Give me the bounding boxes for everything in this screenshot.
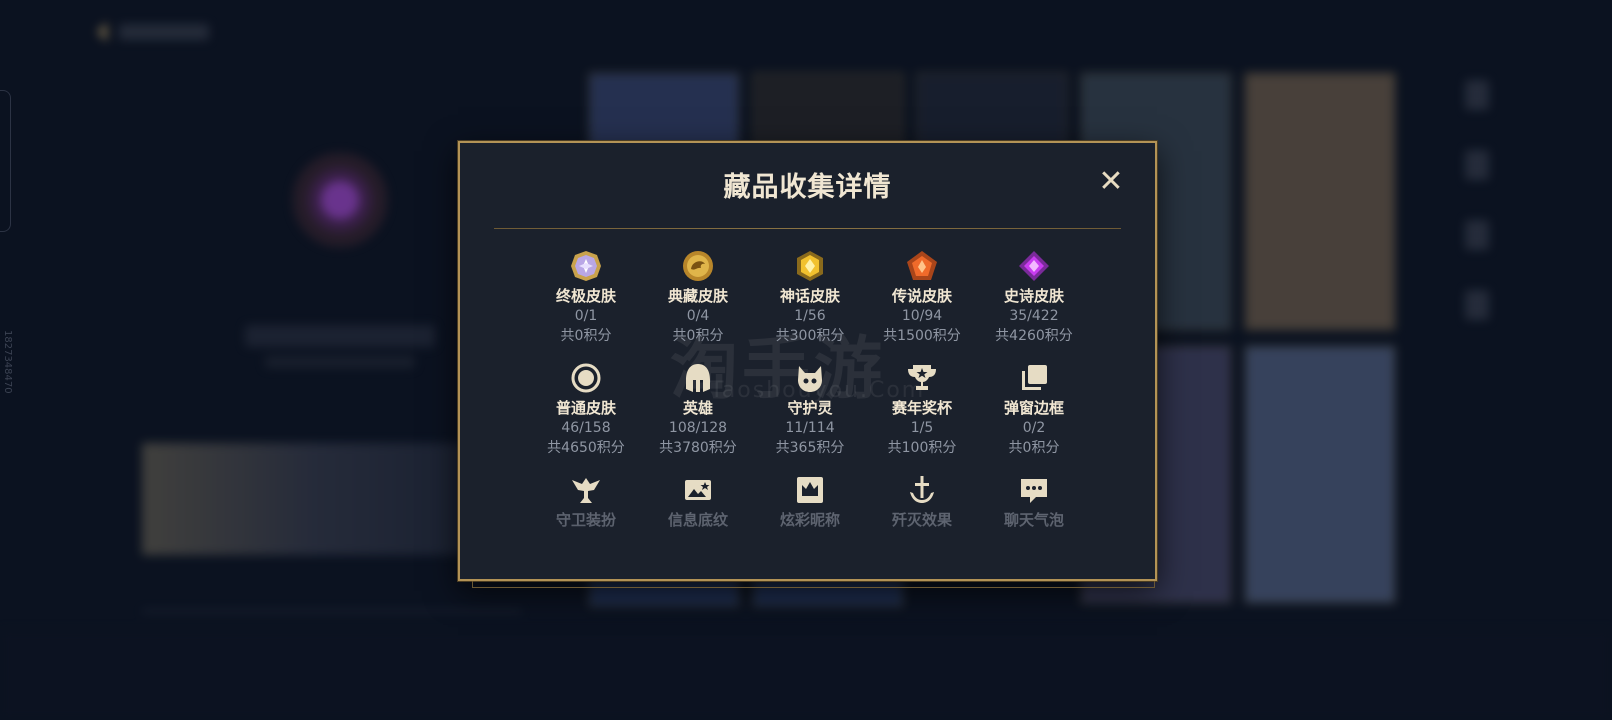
category-item-mythic[interactable]: 神话皮肤 1/56 共300积分: [754, 249, 866, 361]
category-points: 共0积分: [672, 328, 724, 344]
category-label: 传说皮肤: [891, 287, 952, 305]
back-arrow-icon: [97, 22, 107, 42]
category-item-ultimate[interactable]: 终极皮肤 0/1 共0积分: [530, 249, 642, 361]
category-points: 共365积分: [775, 440, 845, 456]
category-count: 0/2: [1022, 420, 1046, 436]
ultimate-gem-icon: [569, 249, 603, 283]
profile-emblem: [255, 140, 425, 260]
side-tab: [0, 90, 11, 232]
category-points: 共3780积分: [659, 440, 737, 456]
category-item-guardian[interactable]: 守护灵 11/114 共365积分: [754, 361, 866, 473]
close-button[interactable]: ✕: [1097, 167, 1125, 197]
category-label: 终极皮肤: [555, 287, 616, 305]
helmet-icon: [681, 361, 715, 395]
epic-gem-icon: [1017, 249, 1051, 283]
category-label: 炫彩昵称: [779, 511, 840, 529]
side-id-text: 1827348470: [2, 330, 13, 394]
skin-card: [1244, 345, 1396, 604]
skin-card: [1244, 72, 1396, 331]
category-label: 弹窗边框: [1003, 399, 1064, 417]
category-count: 46/158: [561, 420, 611, 436]
title-divider: [494, 228, 1121, 229]
category-label: 普通皮肤: [555, 399, 616, 417]
category-item-legendary[interactable]: 传说皮肤 10/94 共1500积分: [866, 249, 978, 361]
guardian-pet-icon: [793, 361, 827, 395]
category-item-prestige[interactable]: 典藏皮肤 0/4 共0积分: [642, 249, 754, 361]
category-count: 0/1: [574, 308, 598, 324]
category-points: 共300积分: [775, 328, 845, 344]
category-label: 神话皮肤: [779, 287, 840, 305]
blurred-button-row: [142, 580, 522, 612]
collection-details-dialog: 藏品收集详情 ✕ 淘手游 Taoshouyou.Com 终极皮肤 0/1 共0积…: [458, 141, 1157, 588]
frame-stack-icon: [1017, 361, 1051, 395]
category-label: 典藏皮肤: [667, 287, 728, 305]
category-count: 1/5: [910, 420, 934, 436]
category-item-annihilation[interactable]: 歼灭效果: [866, 473, 978, 543]
category-points: 共100积分: [887, 440, 957, 456]
category-count: 10/94: [901, 308, 943, 324]
category-label: 歼灭效果: [891, 511, 952, 529]
category-count: 108/128: [668, 420, 728, 436]
category-item-trophy[interactable]: 赛年奖杯 1/5 共100积分: [866, 361, 978, 473]
dialog-shelf-border: [472, 581, 1155, 588]
ward-icon: [569, 473, 603, 507]
mythic-gem-icon: [793, 249, 827, 283]
banner-icon: [681, 473, 715, 507]
category-grid: 终极皮肤 0/1 共0积分 典藏皮肤 0/4 共0积分 神话皮肤 1/56 共3…: [530, 249, 1090, 543]
category-row: 普通皮肤 46/158 共4650积分 英雄 108/128 共3780积分 守…: [530, 361, 1090, 473]
category-label: 史诗皮肤: [1003, 287, 1064, 305]
category-count: 35/422: [1009, 308, 1059, 324]
blurred-summoner-name: [245, 325, 435, 347]
category-points: 共0积分: [1008, 440, 1060, 456]
category-points: 共1500积分: [883, 328, 961, 344]
right-toolbar: [1457, 80, 1497, 340]
category-item-heroes[interactable]: 英雄 108/128 共3780积分: [642, 361, 754, 473]
category-item-ward[interactable]: 守卫装扮: [530, 473, 642, 543]
chat-bubble-icon: [1017, 473, 1051, 507]
category-points: 共4650积分: [547, 440, 625, 456]
category-label: 信息底纹: [667, 511, 728, 529]
category-count: 1/56: [794, 308, 826, 324]
category-item-epic[interactable]: 史诗皮肤 35/422 共4260积分: [978, 249, 1090, 361]
category-points: 共4260积分: [995, 328, 1073, 344]
blurred-summoner-sub: [265, 356, 415, 368]
category-item-frame[interactable]: 弹窗边框 0/2 共0积分: [978, 361, 1090, 473]
back-navigation: [95, 18, 275, 46]
category-item-common[interactable]: 普通皮肤 46/158 共4650积分: [530, 361, 642, 473]
category-label: 英雄: [682, 399, 713, 417]
crown-card-icon: [793, 473, 827, 507]
category-row: 终极皮肤 0/1 共0积分 典藏皮肤 0/4 共0积分 神话皮肤 1/56 共3…: [530, 249, 1090, 361]
bottom-navigation: [0, 630, 1612, 720]
category-count: 0/4: [686, 308, 710, 324]
trophy-icon: [905, 361, 939, 395]
dragon-coin-icon: [681, 249, 715, 283]
sword-icon: [905, 473, 939, 507]
dialog-title: 藏品收集详情: [723, 172, 892, 203]
category-points: 共0积分: [560, 328, 612, 344]
category-row: 守卫装扮 信息底纹 炫彩昵称 歼灭效果 聊天气泡: [530, 473, 1090, 543]
ring-icon: [569, 361, 603, 395]
category-item-banner[interactable]: 信息底纹: [642, 473, 754, 543]
category-item-chat-bubble[interactable]: 聊天气泡: [978, 473, 1090, 543]
category-label: 聊天气泡: [1003, 511, 1064, 529]
category-label: 赛年奖杯: [891, 399, 952, 417]
category-item-nickname[interactable]: 炫彩昵称: [754, 473, 866, 543]
category-label: 守护灵: [787, 399, 833, 417]
category-label: 守卫装扮: [555, 511, 616, 529]
category-count: 11/114: [785, 420, 835, 436]
legendary-gem-icon: [905, 249, 939, 283]
